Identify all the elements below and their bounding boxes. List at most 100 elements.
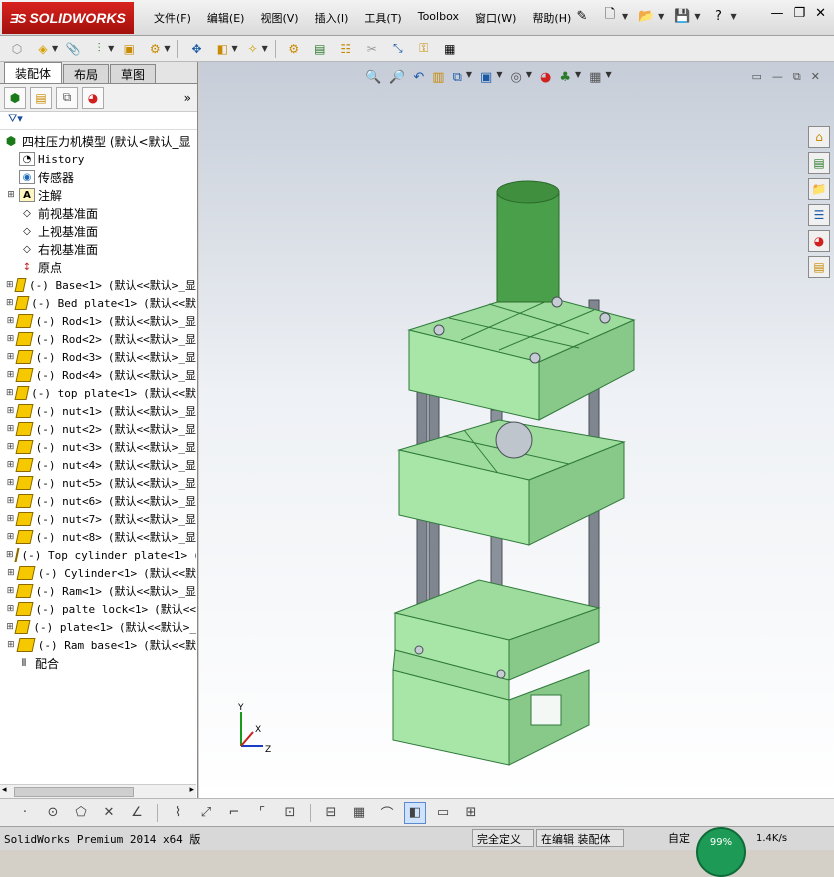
scrollbar-thumb[interactable]: [14, 787, 134, 797]
dimension-icon[interactable]: ⊟: [320, 802, 342, 824]
pin-icon[interactable]: ✎: [572, 6, 592, 26]
smart-fasteners-icon[interactable]: ⚙: [144, 38, 166, 60]
hydraulic-cylinder[interactable]: [496, 191, 560, 303]
menu-insert[interactable]: 插入(I): [307, 8, 357, 28]
interference-detection-icon[interactable]: ⚿: [413, 38, 435, 60]
viewport-close-icon[interactable]: ✕: [811, 70, 820, 84]
tree-item-part[interactable]: ⊞ (-) Top cylinder plate<1> (默: [0, 546, 196, 564]
scroll-right-icon[interactable]: ▸: [189, 785, 194, 795]
tree-item-right-plane[interactable]: ◇ 右视基准面: [0, 240, 196, 258]
tree-item-sensors[interactable]: ◉ 传感器: [0, 168, 196, 186]
view-settings-icon[interactable]: ▦: [589, 70, 601, 85]
tree-item-part[interactable]: ⊞ (-) nut<3> (默认<<默认>_显: [0, 438, 196, 456]
tree-item-top-plane[interactable]: ◇ 上视基准面: [0, 222, 196, 240]
insert-component-icon[interactable]: ◈: [32, 38, 54, 60]
expand-icon[interactable]: ⊞: [6, 460, 15, 470]
tree-item-part[interactable]: ⊞ (-) nut<6> (默认<<默认>_显: [0, 492, 196, 510]
convert-icon[interactable]: ⌐: [223, 802, 245, 824]
insert-dropdown-icon[interactable]: ▼: [52, 44, 58, 53]
new-dropdown-icon[interactable]: ▼: [622, 12, 628, 21]
shaded-display-icon[interactable]: ◧: [404, 801, 426, 824]
display-style-icon[interactable]: ▣: [480, 70, 492, 85]
tree-item-history[interactable]: ◔ History: [0, 150, 196, 168]
tree-item-part[interactable]: ⊞ (-) plate<1> (默认<<默认>_: [0, 618, 196, 636]
expand-icon[interactable]: ⊞: [6, 280, 14, 290]
view-orientation-dropdown-icon[interactable]: ▼: [466, 70, 472, 85]
mirror-icon[interactable]: ⌇: [167, 802, 189, 824]
menu-tools[interactable]: 工具(T): [356, 8, 409, 28]
dynamic-annotation-icon[interactable]: ⧉: [453, 70, 462, 85]
menu-file[interactable]: 文件(F): [146, 8, 199, 28]
new-document-icon[interactable]: 🗋: [600, 6, 620, 26]
new-motion-study-icon[interactable]: ▤: [309, 38, 331, 60]
tree-item-mates[interactable]: ⫴ 配合: [0, 654, 196, 672]
tab-sketch[interactable]: 草图: [110, 64, 157, 83]
display-manager-icon[interactable]: ◕: [82, 86, 104, 109]
viewport-minimize-icon[interactable]: ▭: [752, 70, 762, 84]
circle-icon[interactable]: ⊙: [42, 802, 64, 824]
reference-geometry-icon[interactable]: ⚙: [283, 38, 305, 60]
expand-icon[interactable]: ⊞: [6, 316, 15, 326]
tree-item-part[interactable]: ⊞ (-) Rod<1> (默认<<默认>_显: [0, 312, 196, 330]
open-dropdown-icon[interactable]: ▼: [658, 12, 664, 21]
expand-icon[interactable]: ⊞: [6, 496, 15, 506]
tree-item-part[interactable]: ⊞ (-) palte lock<1> (默认<<: [0, 600, 196, 618]
tree-item-part[interactable]: ⊞ (-) nut<7> (默认<<默认>_显: [0, 510, 196, 528]
show-dropdown-icon[interactable]: ▼: [231, 44, 237, 53]
tree-item-part[interactable]: ⊞ (-) nut<5> (默认<<默认>_显: [0, 474, 196, 492]
property-manager-icon[interactable]: ▤: [30, 86, 52, 109]
mate-dropdown-icon[interactable]: ▼: [108, 44, 114, 53]
solidworks-resources-icon[interactable]: ⌂: [808, 126, 830, 148]
tree-item-annotations[interactable]: ⊞ A 注解: [0, 186, 196, 204]
menu-view[interactable]: 视图(V): [252, 8, 306, 28]
move-component-icon[interactable]: ✥: [185, 38, 207, 60]
save-dropdown-icon[interactable]: ▼: [694, 12, 700, 21]
tree-item-part[interactable]: ⊞ (-) top plate<1> (默认<<默: [0, 384, 196, 402]
expand-icon[interactable]: ⊞: [6, 550, 14, 560]
feature-manager-icon[interactable]: ⬢: [4, 86, 26, 109]
tab-assembly[interactable]: 装配体: [4, 62, 63, 83]
menu-edit[interactable]: 编辑(E): [199, 8, 253, 28]
offset-icon[interactable]: ⤢: [195, 802, 217, 824]
scene-dropdown-icon[interactable]: ▼: [575, 70, 581, 85]
previous-view-icon[interactable]: ↶: [413, 70, 424, 85]
graphics-area[interactable]: 🔍 🔎 ↶ ▥ ⧉ ▼ ▣ ▼ ◎ ▼ ◕ ♣ ▼ ▦ ▼ ▭ — ⧉ ✕ ⌂ ▤ 📁 ☰…: [199, 62, 834, 798]
attach-icon[interactable]: 📎: [62, 38, 84, 60]
horizontal-scrollbar[interactable]: ◂ ▸: [0, 784, 196, 798]
tree-item-part[interactable]: ⊞ (-) nut<8> (默认<<默认>_显: [0, 528, 196, 546]
expand-icon[interactable]: ⊞: [6, 604, 15, 614]
table-view-icon[interactable]: ⊞: [460, 802, 482, 824]
scroll-left-icon[interactable]: ◂: [2, 785, 7, 795]
expand-icon[interactable]: ⊞: [6, 478, 15, 488]
fillet-icon[interactable]: ⌒: [376, 802, 398, 824]
tree-item-part[interactable]: ⊞ (-) Ram<1> (默认<<默认>_显: [0, 582, 196, 600]
solidworks-logo[interactable]: ƎS SOLIDWORKS: [2, 2, 134, 34]
expand-icon[interactable]: ⊞: [6, 622, 14, 632]
edit-appearance-icon[interactable]: ◕: [540, 70, 551, 85]
appearances-icon[interactable]: ◕: [808, 230, 830, 252]
tree-item-part[interactable]: ⊞ (-) Rod<3> (默认<<默认>_显: [0, 348, 196, 366]
expand-icon[interactable]: ⊞: [6, 586, 15, 596]
show-hidden-icon[interactable]: ◧: [211, 38, 233, 60]
ram-hub[interactable]: [495, 421, 533, 459]
press-model-3d[interactable]: [389, 180, 649, 780]
file-explorer-icon[interactable]: 📁: [808, 178, 830, 200]
close-icon[interactable]: ✕: [815, 6, 826, 21]
tree-root[interactable]: ⬢ 四柱压力机模型 (默认<默认_显: [0, 132, 196, 150]
pattern-dropdown-icon[interactable]: ▼: [164, 44, 170, 53]
tree-item-part[interactable]: ⊞ (-) Cylinder<1> (默认<<默: [0, 564, 196, 582]
nut-3[interactable]: [529, 352, 541, 364]
angle-icon[interactable]: ∠: [126, 802, 148, 824]
bill-of-materials-icon[interactable]: ☷: [335, 38, 357, 60]
network-monitor-badge[interactable]: 99%: [696, 827, 746, 877]
expand-icon[interactable]: ⊞: [6, 406, 15, 416]
tree-item-part[interactable]: ⊞ (-) nut<1> (默认<<默认>_显: [0, 402, 196, 420]
expand-icon[interactable]: ⊞: [6, 640, 16, 650]
trim-icon[interactable]: ✕: [98, 802, 120, 824]
tree-item-part[interactable]: ⊞ (-) nut<4> (默认<<默认>_显: [0, 456, 196, 474]
tree-item-part[interactable]: ⊞ (-) Rod<2> (默认<<默认>_显: [0, 330, 196, 348]
tree-item-part[interactable]: ⊞ (-) Rod<4> (默认<<默认>_显: [0, 366, 196, 384]
features-dropdown-icon[interactable]: ▼: [262, 44, 268, 53]
expand-icon[interactable]: ⊞: [6, 190, 16, 200]
viewport-restore-icon[interactable]: —: [772, 70, 783, 84]
